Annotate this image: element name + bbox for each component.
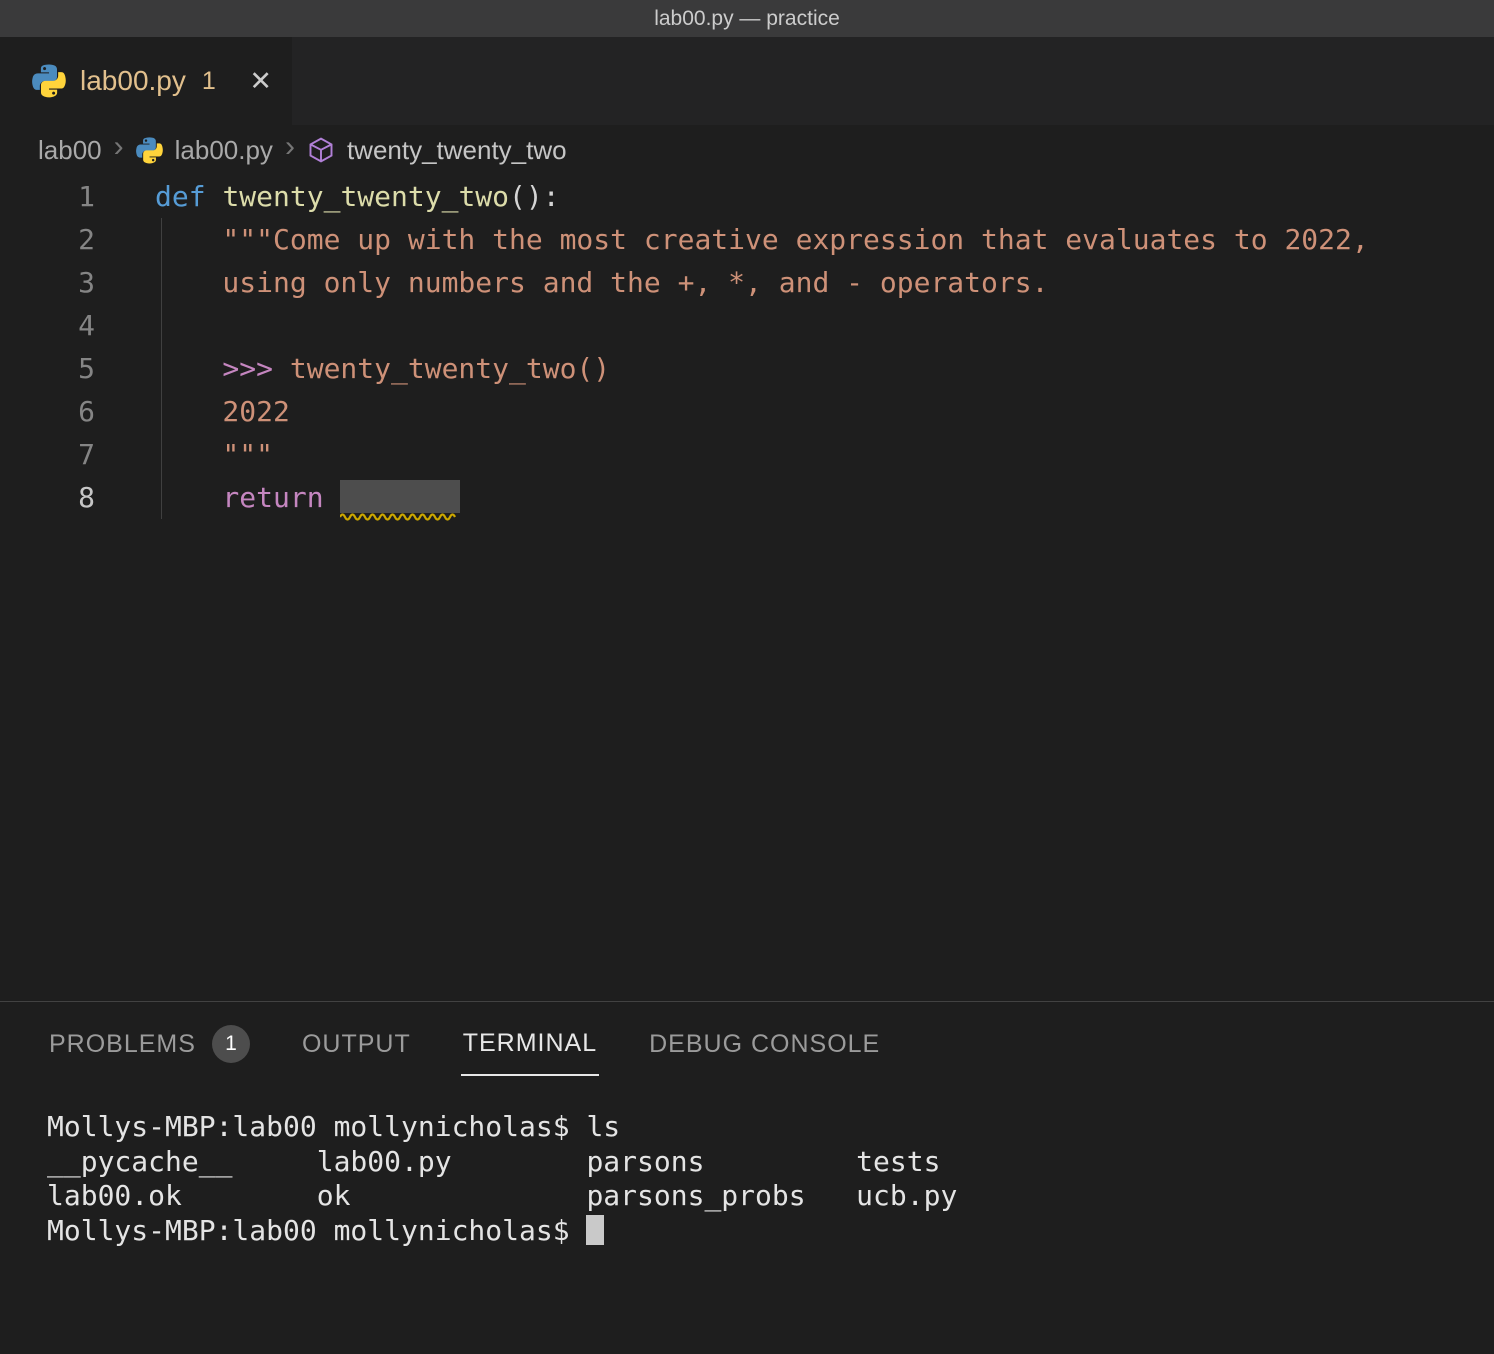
tab-output-label: OUTPUT <box>302 1030 411 1059</box>
code-text: return <box>155 476 460 519</box>
tab-problems-label: PROBLEMS <box>49 1030 196 1059</box>
terminal[interactable]: Mollys-MBP:lab00 mollynicholas$ ls __pyc… <box>0 1082 1494 1248</box>
line-number-active: 8 <box>0 476 95 519</box>
tab-terminal-label: TERMINAL <box>463 1029 597 1058</box>
terminal-prompt: Mollys-MBP:lab00 mollynicholas$ <box>47 1214 586 1247</box>
python-file-icon <box>32 64 66 98</box>
code-text: 2022 <box>155 390 290 433</box>
line-number: 5 <box>0 347 95 390</box>
chevron-right-icon: › <box>285 132 295 168</box>
line-number: 1 <box>0 175 95 218</box>
tab-output[interactable]: OUTPUT <box>300 1010 413 1075</box>
code-line: 2 """Come up with the most creative expr… <box>0 218 1494 261</box>
python-file-icon <box>136 137 163 164</box>
symbol-method-icon <box>307 136 335 164</box>
tab-lab00-py[interactable]: lab00.py 1 ✕ <box>0 37 292 125</box>
code-text: """ <box>155 433 273 476</box>
code-line: 3 using only numbers and the +, *, and -… <box>0 261 1494 304</box>
code-line: 6 2022 <box>0 390 1494 433</box>
code-text: >>> twenty_twenty_two() <box>155 347 610 390</box>
terminal-cursor <box>586 1215 604 1245</box>
problems-count-badge: 1 <box>212 1025 250 1063</box>
terminal-line: __pycache__ lab00.py parsons tests <box>47 1145 1494 1180</box>
tab-problem-count: 1 <box>202 67 216 96</box>
close-icon[interactable]: ✕ <box>249 66 272 97</box>
line-number: 6 <box>0 390 95 433</box>
tab-debug-console[interactable]: DEBUG CONSOLE <box>647 1010 882 1075</box>
editor-tab-bar: lab00.py 1 ✕ <box>0 37 1494 125</box>
code-line: 8 return <box>0 476 1494 519</box>
panel-tab-bar: PROBLEMS 1 OUTPUT TERMINAL DEBUG CONSOLE <box>0 1002 1494 1082</box>
return-expression-placeholder <box>340 480 460 513</box>
tab-debug-console-label: DEBUG CONSOLE <box>649 1030 880 1059</box>
line-number: 3 <box>0 261 95 304</box>
code-line: 7 """ <box>0 433 1494 476</box>
terminal-line: Mollys-MBP:lab00 mollynicholas$ ls <box>47 1110 1494 1145</box>
bottom-panel: PROBLEMS 1 OUTPUT TERMINAL DEBUG CONSOLE… <box>0 1001 1494 1354</box>
code-line: 1 def twenty_twenty_two(): <box>0 175 1494 218</box>
line-number: 7 <box>0 433 95 476</box>
breadcrumb-file[interactable]: lab00.py <box>175 135 273 166</box>
code-text: """Come up with the most creative expres… <box>155 218 1369 261</box>
tab-file-name: lab00.py <box>80 65 186 97</box>
line-number: 2 <box>0 218 95 261</box>
chevron-right-icon: › <box>114 132 124 168</box>
breadcrumb: lab00 › lab00.py › twenty_twenty_two <box>0 125 1494 175</box>
terminal-line: Mollys-MBP:lab00 mollynicholas$ <box>47 1214 1494 1249</box>
tab-problems[interactable]: PROBLEMS 1 <box>47 1005 252 1079</box>
indent-guide <box>161 218 162 519</box>
tab-terminal[interactable]: TERMINAL <box>461 1009 599 1076</box>
code-text: using only numbers and the +, *, and - o… <box>155 261 1048 304</box>
code-line: 4 <box>0 304 1494 347</box>
code-text: def twenty_twenty_two(): <box>155 175 560 218</box>
breadcrumb-symbol[interactable]: twenty_twenty_two <box>347 135 567 166</box>
code-line: 5 >>> twenty_twenty_two() <box>0 347 1494 390</box>
window-title: lab00.py — practice <box>654 7 840 31</box>
line-number: 4 <box>0 304 95 347</box>
terminal-line: lab00.ok ok parsons_probs ucb.py <box>47 1179 1494 1214</box>
breadcrumb-folder[interactable]: lab00 <box>38 135 102 166</box>
code-editor[interactable]: 1 def twenty_twenty_two(): 2 """Come up … <box>0 175 1494 1001</box>
window-titlebar: lab00.py — practice <box>0 0 1494 37</box>
